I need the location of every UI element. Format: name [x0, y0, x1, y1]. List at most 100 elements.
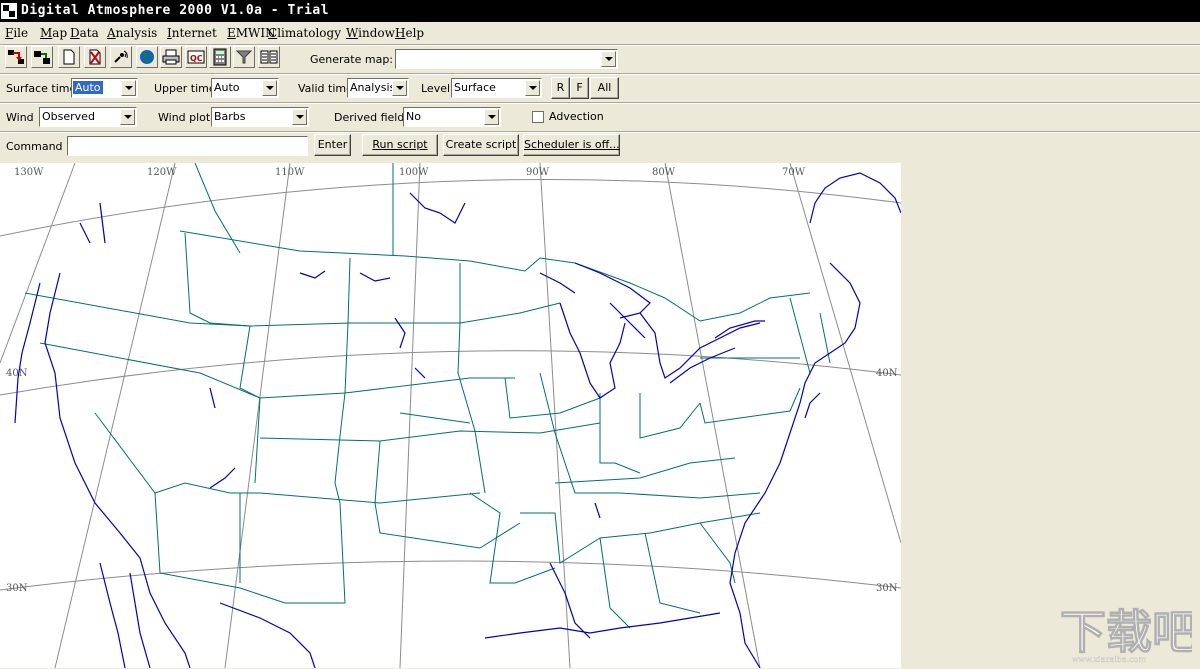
lat-label-40n-left: 40N — [6, 368, 28, 379]
wind-plot-label: Wind plot — [158, 111, 211, 124]
run-script-label: Run script — [372, 138, 428, 151]
download-button[interactable] — [31, 46, 53, 68]
upper-time-select[interactable]: Auto — [211, 78, 279, 98]
level-label: Level — [421, 82, 451, 95]
list-icon — [260, 50, 278, 64]
menu-bar: File Map Data Analysis Internet EMWIN Cl… — [0, 22, 1200, 44]
calculator-button[interactable] — [209, 46, 231, 68]
menu-help[interactable]: Help — [395, 26, 424, 40]
latitude-line-40n — [0, 350, 901, 396]
menu-map[interactable]: Map — [40, 26, 67, 40]
chevron-down-icon[interactable] — [292, 109, 307, 125]
lat-label-40n-right: 40N — [876, 368, 898, 379]
menu-internet[interactable]: Internet — [167, 26, 217, 40]
lon-label-100w: 100W — [399, 167, 429, 178]
globe-button[interactable] — [136, 46, 158, 68]
new-document-button[interactable] — [58, 46, 80, 68]
derived-field-value: No — [406, 110, 421, 123]
wind-plot-value: Barbs — [214, 110, 246, 123]
chevron-down-icon[interactable] — [392, 80, 407, 96]
globe-icon — [140, 50, 154, 64]
wind-value: Observed — [42, 110, 95, 123]
toolbar: QC Generate map: — [0, 44, 1200, 73]
import-data-icon — [8, 50, 24, 64]
menu-window[interactable]: Window — [346, 26, 395, 40]
enter-button[interactable]: Enter — [314, 134, 351, 156]
create-script-button[interactable]: Create script — [443, 134, 519, 156]
time-level-row: Surface time Auto Upper time Auto Valid … — [0, 73, 1200, 102]
generate-map-select[interactable] — [395, 49, 618, 69]
scheduler-button[interactable]: Scheduler is off... — [523, 134, 620, 156]
wind-label: Wind — [6, 111, 34, 124]
longitude-labels: 130W 120W 110W 100W 90W 80W 70W — [14, 167, 806, 178]
derived-field-label: Derived field — [334, 111, 405, 124]
run-script-button[interactable]: Run script — [362, 134, 438, 156]
map-canvas[interactable]: 130W 120W 110W 100W 90W 80W 70W 40N 30N … — [0, 163, 901, 668]
lon-label-110w: 110W — [275, 167, 305, 178]
filter-button[interactable] — [233, 46, 255, 68]
lat-label-30n-right: 30N — [876, 583, 898, 594]
calculator-icon — [213, 48, 227, 66]
menu-analysis[interactable]: Analysis — [107, 26, 157, 40]
list-button[interactable] — [258, 46, 280, 68]
menu-climatology[interactable]: Climatology — [268, 26, 341, 40]
chevron-down-icon[interactable] — [121, 80, 136, 96]
watermark-text: 下载吧 — [1060, 605, 1192, 659]
filter-icon — [236, 50, 252, 64]
longitude-grid — [0, 163, 901, 668]
generate-map-label: Generate map: — [310, 53, 394, 66]
latitude-line-30n — [0, 560, 901, 591]
upper-time-value: Auto — [214, 81, 240, 94]
level-select[interactable]: Surface — [451, 78, 542, 98]
chevron-down-icon[interactable] — [525, 80, 540, 96]
watermark-logo: 下载吧 www.xiazaiba.com — [1060, 605, 1199, 665]
print-button[interactable] — [160, 46, 182, 68]
map-svg: 130W 120W 110W 100W 90W 80W 70W 40N 30N … — [0, 163, 901, 668]
side-pane — [901, 163, 1200, 668]
title-bar: Digital Atmosphere 2000 V1.0a - Trial — [0, 0, 1200, 22]
menu-data[interactable]: Data — [70, 26, 99, 40]
chevron-down-icon[interactable] — [120, 109, 135, 125]
lon-label-120w: 120W — [147, 167, 177, 178]
coastlines — [14, 172, 901, 668]
command-row: Command Enter Run script Create script S… — [0, 131, 1200, 162]
lon-label-130w: 130W — [14, 167, 44, 178]
lat-label-30n-left: 30N — [6, 583, 28, 594]
valid-time-select[interactable]: Analysis — [347, 78, 409, 98]
r-button[interactable]: R — [551, 77, 570, 99]
all-button[interactable]: All — [590, 77, 619, 99]
app-icon — [1, 3, 17, 19]
chevron-down-icon[interactable] — [484, 109, 499, 125]
f-button[interactable]: F — [570, 77, 589, 99]
valid-time-value: Analysis — [350, 81, 396, 94]
satellite-button[interactable] — [110, 46, 132, 68]
surface-time-value: Auto — [73, 81, 103, 94]
import-data-button[interactable] — [5, 46, 27, 68]
latitude-labels: 40N 30N 40N 30N — [6, 368, 898, 594]
surface-time-select[interactable]: Auto — [71, 78, 138, 98]
menu-file[interactable]: File — [5, 26, 28, 40]
watermark-url: www.xiazaiba.com — [1072, 655, 1146, 664]
download-icon — [34, 51, 50, 64]
chevron-down-icon[interactable] — [601, 51, 616, 67]
command-label: Command — [6, 140, 63, 153]
derived-field-select[interactable]: No — [403, 107, 501, 127]
advection-checkbox[interactable] — [532, 111, 544, 123]
state-borders — [24, 163, 831, 629]
level-value: Surface — [454, 81, 496, 94]
wind-plot-select[interactable]: Barbs — [211, 107, 309, 127]
delete-icon — [89, 49, 101, 65]
latitude-grid — [0, 178, 901, 591]
chevron-down-icon[interactable] — [262, 80, 277, 96]
wind-select[interactable]: Observed — [39, 107, 137, 127]
lon-label-70w: 70W — [782, 167, 806, 178]
watermark: 下载吧 www.xiazaiba.com — [1052, 596, 1199, 666]
window-title: Digital Atmosphere 2000 V1.0a - Trial — [21, 3, 330, 18]
advection-label: Advection — [549, 110, 604, 123]
scheduler-label: Scheduler is off... — [524, 138, 620, 151]
delete-button[interactable] — [84, 46, 106, 68]
qc-button[interactable]: QC — [185, 46, 207, 68]
lon-label-90w: 90W — [526, 167, 550, 178]
new-document-icon — [63, 49, 75, 65]
command-input[interactable] — [67, 136, 308, 156]
